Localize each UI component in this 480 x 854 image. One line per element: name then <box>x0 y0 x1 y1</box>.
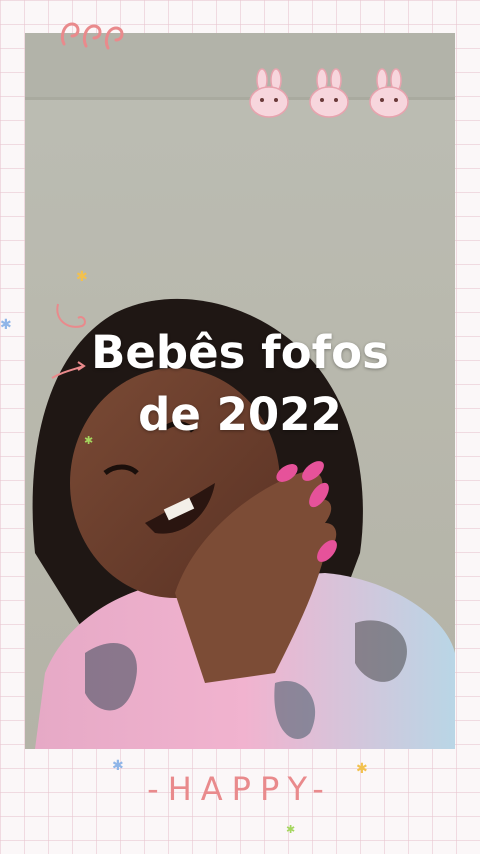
spiral-decoration-icon <box>60 22 124 50</box>
overlay-title: Bebês fofos de 2022 <box>0 322 480 446</box>
title-line-1: Bebês fofos <box>91 326 389 379</box>
yellow-star-icon: ✱ <box>76 269 88 285</box>
happy-caption: -HAPPY- <box>147 770 333 808</box>
title-line-2: de 2022 <box>138 388 342 441</box>
green-star-icon: ✱ <box>286 823 296 836</box>
bunny-faces-icon <box>249 68 409 118</box>
